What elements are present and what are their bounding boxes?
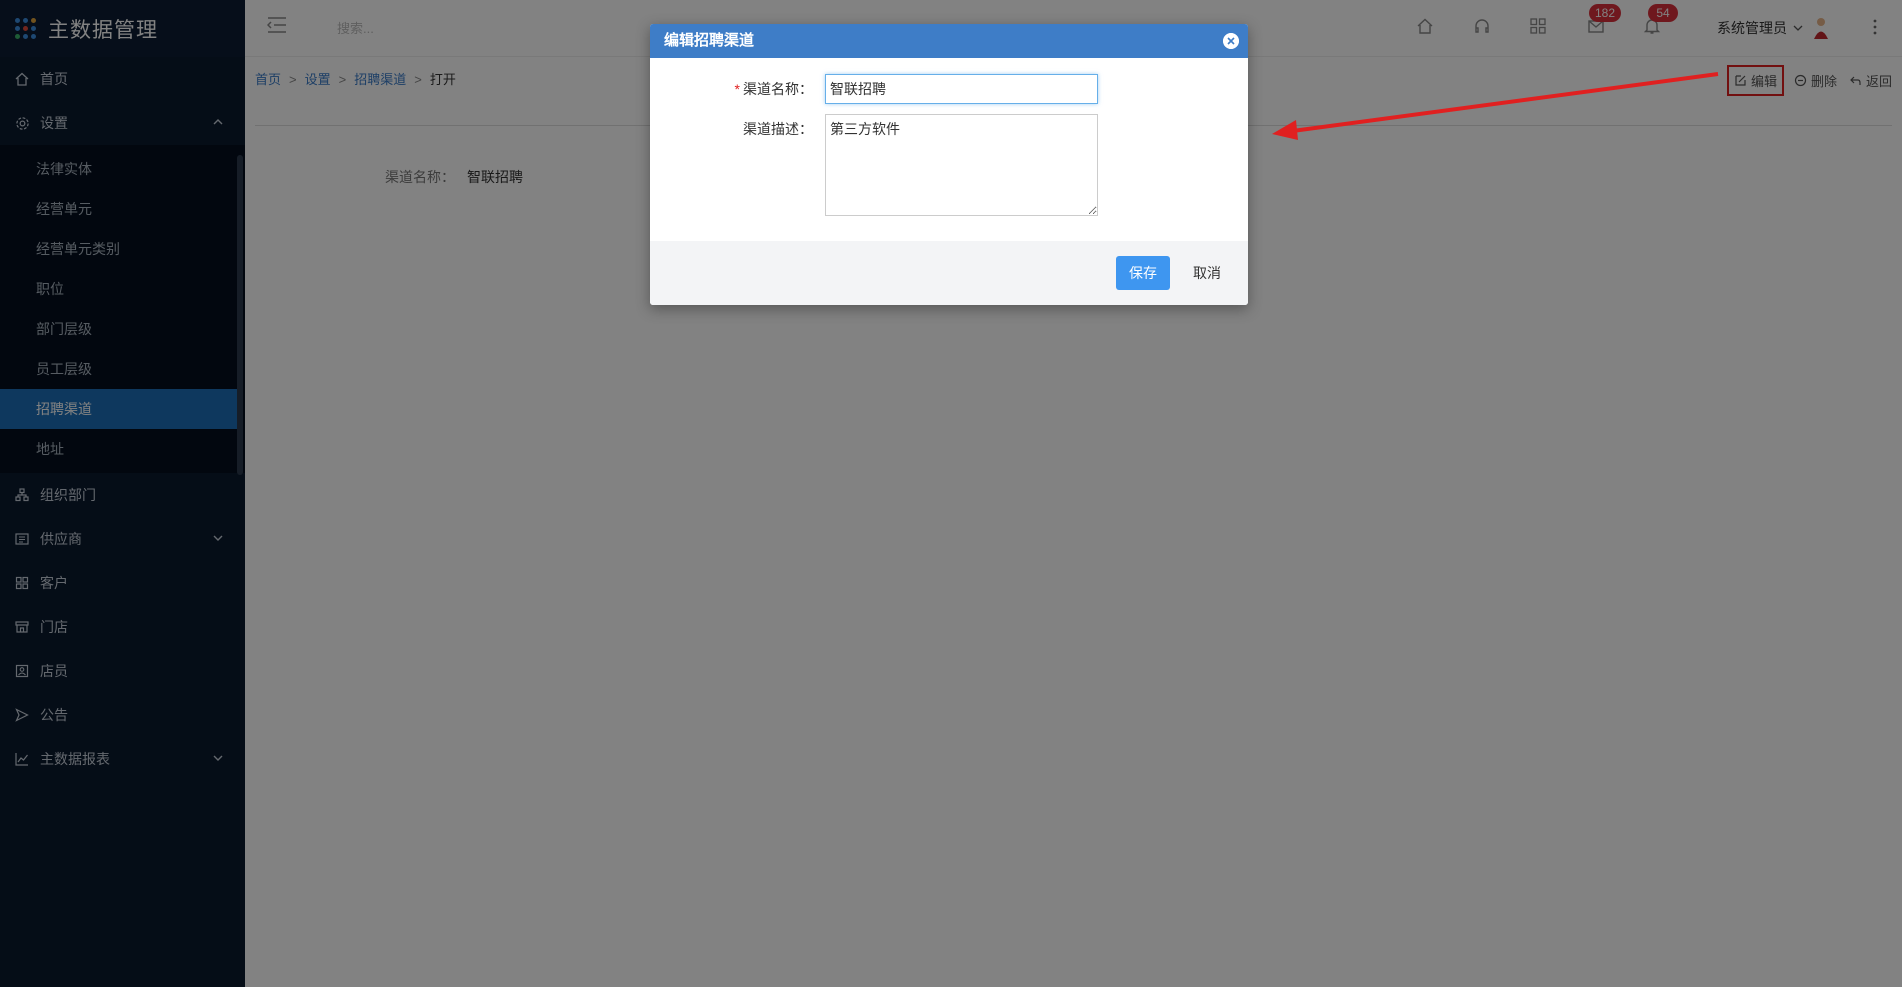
channel-name-field-label: * 渠道名称： <box>734 81 813 97</box>
channel-name-input[interactable] <box>825 74 1098 104</box>
close-icon[interactable] <box>1223 33 1239 49</box>
channel-desc-field-label: 渠道描述： <box>743 121 813 137</box>
form-row-name: * 渠道名称： <box>650 74 1248 104</box>
edit-channel-dialog: 编辑招聘渠道 *渠道名称： 渠道描述： 第三方软件 保存 取消 <box>650 24 1248 305</box>
dialog-title: 编辑招聘渠道 <box>664 32 755 49</box>
save-button[interactable]: 保存 <box>1116 256 1170 290</box>
dialog-footer: 保存 取消 <box>650 241 1248 305</box>
required-mark: * <box>734 81 740 97</box>
form-row-desc: 渠道描述： 第三方软件 <box>650 114 1248 216</box>
dialog-header: 编辑招聘渠道 <box>650 24 1248 58</box>
cancel-button[interactable]: 取消 <box>1180 256 1234 290</box>
dialog-body: *渠道名称： 渠道描述： 第三方软件 <box>650 58 1248 240</box>
channel-desc-textarea[interactable]: 第三方软件 <box>825 114 1098 216</box>
